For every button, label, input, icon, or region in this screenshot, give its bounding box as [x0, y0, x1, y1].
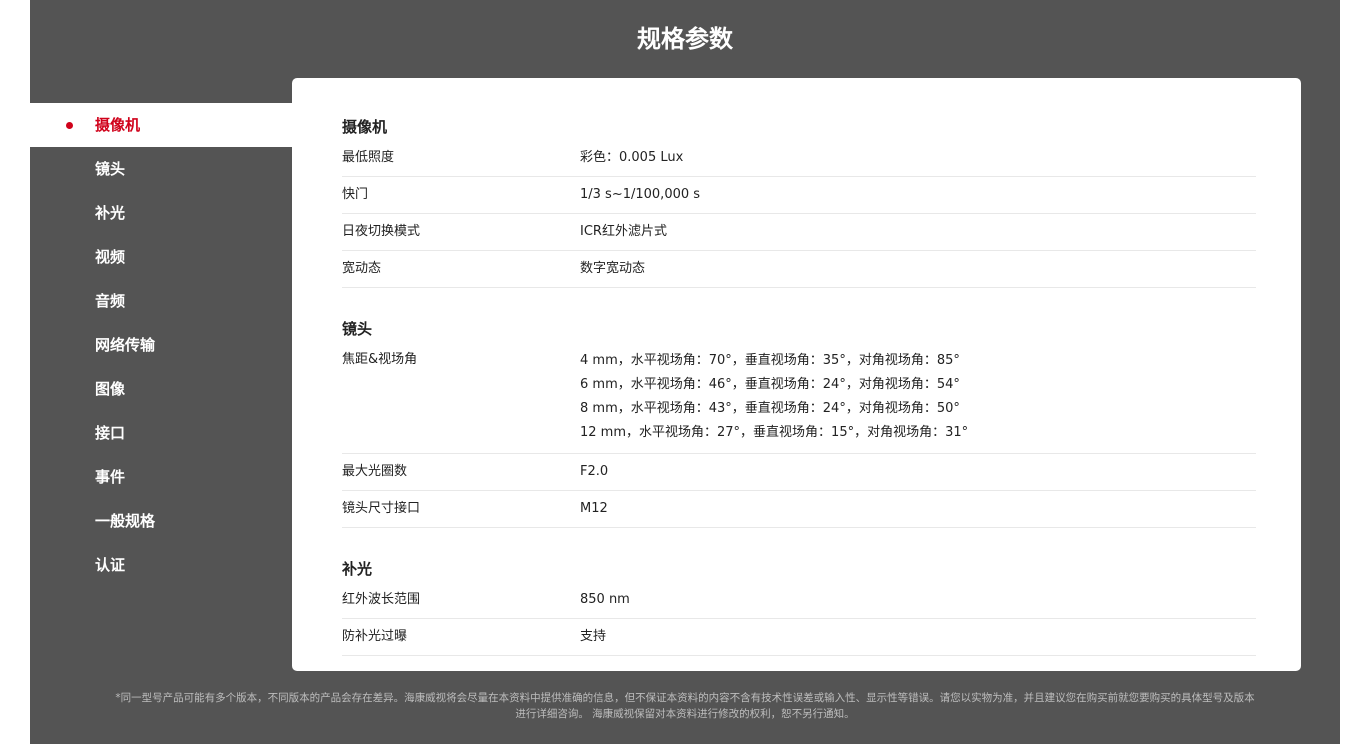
- spec-content-card[interactable]: 摄像机 最低照度 彩色：0.005 Lux 快门 1/3 s~1/100,000…: [292, 78, 1301, 671]
- focal-line: 8 mm，水平视场角：43°，垂直视场角：24°，对角视场角：50°: [580, 401, 960, 416]
- spec-sidebar-nav: 摄像机 镜头 补光 视频 音频 网络传输 图像 接口 事件 一般规格 认证: [30, 103, 292, 587]
- sidebar-item-label: 事件: [95, 468, 126, 486]
- spec-content: 摄像机 最低照度 彩色：0.005 Lux 快门 1/3 s~1/100,000…: [342, 114, 1256, 671]
- spec-row: 红外波长范围 850 nm: [342, 582, 1256, 619]
- spec-panel: 规格参数 摄像机 镜头 补光 视频 音频 网络传输 图像 接口 事件 一般规格 …: [30, 0, 1340, 744]
- disclaimer-line: 进行详细咨询。 海康威视保留对本资料进行修改的权利，恕不另行通知。: [515, 708, 855, 720]
- active-bullet-icon: [66, 122, 73, 129]
- sidebar-item-label: 镜头: [95, 160, 126, 178]
- sidebar-item-label: 图像: [95, 380, 126, 398]
- sidebar-item-lens[interactable]: 镜头: [30, 147, 292, 191]
- sidebar-item-network[interactable]: 网络传输: [30, 323, 292, 367]
- sidebar-item-camera[interactable]: 摄像机: [30, 103, 292, 147]
- sidebar-item-label: 认证: [95, 556, 126, 574]
- spec-key: 镜头尺寸接口: [342, 501, 421, 516]
- sidebar-item-certification[interactable]: 认证: [30, 543, 292, 587]
- spec-value: 1/3 s~1/100,000 s: [580, 187, 701, 202]
- section-title: 补光: [342, 560, 373, 578]
- sidebar-item-label: 摄像机: [95, 116, 141, 134]
- spec-key: 宽动态: [342, 261, 382, 276]
- sidebar-item-image[interactable]: 图像: [30, 367, 292, 411]
- spec-value: ICR红外滤片式: [580, 224, 667, 239]
- focal-line: 6 mm，水平视场角：46°，垂直视场角：24°，对角视场角：54°: [580, 377, 960, 392]
- sidebar-item-fill-light[interactable]: 补光: [30, 191, 292, 235]
- section-title: 镜头: [342, 320, 373, 338]
- spec-value: 支持: [580, 629, 607, 644]
- spec-row: 宽动态 数字宽动态: [342, 251, 1256, 288]
- spec-key: 最低照度: [342, 150, 395, 165]
- sidebar-item-label: 网络传输: [95, 336, 156, 354]
- sidebar-item-label: 视频: [95, 248, 126, 266]
- page-title: 规格参数: [637, 25, 733, 53]
- spec-value: 850 nm: [580, 592, 630, 607]
- spec-value: 4 mm，水平视场角：70°，垂直视场角：35°，对角视场角：85° 6 mm，…: [580, 349, 1256, 445]
- section-camera: 摄像机 最低照度 彩色：0.005 Lux 快门 1/3 s~1/100,000…: [342, 114, 1256, 288]
- sidebar-item-audio[interactable]: 音频: [30, 279, 292, 323]
- disclaimer-footnote: *同一型号产品可能有多个版本，不同版本的产品会存在差异。海康威视将会尽量在本资料…: [30, 690, 1340, 722]
- sidebar-item-label: 一般规格: [95, 512, 156, 530]
- spec-key: 防补光过曝: [342, 629, 408, 644]
- focal-line: 12 mm，水平视场角：27°，垂直视场角：15°，对角视场角：31°: [580, 425, 969, 440]
- spec-value: 数字宽动态: [580, 261, 646, 276]
- spec-key: 日夜切换模式: [342, 224, 421, 239]
- spec-row: 防补光过曝 支持: [342, 619, 1256, 656]
- sidebar-item-interface[interactable]: 接口: [30, 411, 292, 455]
- sidebar-item-video[interactable]: 视频: [30, 235, 292, 279]
- section-fill-light: 补光 红外波长范围 850 nm 防补光过曝 支持: [342, 556, 1256, 656]
- spec-value: 彩色：0.005 Lux: [580, 150, 684, 165]
- spec-key: 快门: [342, 187, 369, 202]
- spec-value: F2.0: [580, 464, 609, 479]
- sidebar-item-event[interactable]: 事件: [30, 455, 292, 499]
- spec-row: 日夜切换模式 ICR红外滤片式: [342, 214, 1256, 251]
- spec-row: 快门 1/3 s~1/100,000 s: [342, 177, 1256, 214]
- disclaimer-line: *同一型号产品可能有多个版本，不同版本的产品会存在差异。海康威视将会尽量在本资料…: [115, 692, 1255, 704]
- section-lens: 镜头 焦距&视场角 4 mm，水平视场角：70°，垂直视场角：35°，对角视场角…: [342, 316, 1256, 528]
- sidebar-item-label: 补光: [95, 204, 126, 222]
- spec-row: 焦距&视场角 4 mm，水平视场角：70°，垂直视场角：35°，对角视场角：85…: [342, 342, 1256, 454]
- spec-key: 红外波长范围: [342, 592, 421, 607]
- spec-row: 最低照度 彩色：0.005 Lux: [342, 140, 1256, 177]
- sidebar-item-general[interactable]: 一般规格: [30, 499, 292, 543]
- focal-line: 4 mm，水平视场角：70°，垂直视场角：35°，对角视场角：85°: [580, 353, 960, 368]
- spec-row: 镜头尺寸接口 M12: [342, 491, 1256, 528]
- spec-key: 最大光圈数: [342, 464, 408, 479]
- sidebar-item-label: 音频: [95, 292, 126, 310]
- spec-value: M12: [580, 501, 608, 516]
- sidebar-item-label: 接口: [95, 424, 126, 442]
- spec-key: 焦距&视场角: [342, 352, 418, 367]
- section-title: 摄像机: [342, 118, 388, 136]
- spec-row: 最大光圈数 F2.0: [342, 454, 1256, 491]
